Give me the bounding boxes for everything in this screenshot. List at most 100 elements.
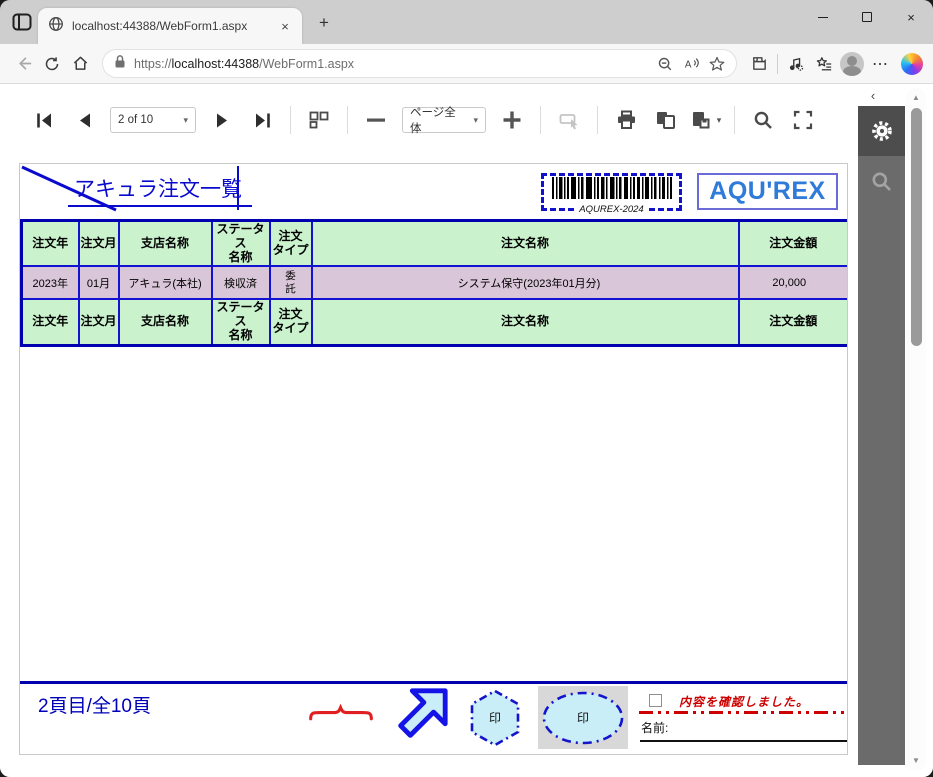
new-tab-button[interactable]: + xyxy=(314,13,334,33)
gear-icon xyxy=(871,120,893,142)
search-icon xyxy=(871,171,892,192)
tab-actions-icon[interactable] xyxy=(12,13,32,31)
home-button[interactable] xyxy=(66,50,94,78)
refresh-button[interactable] xyxy=(38,50,66,78)
brace-shape xyxy=(308,698,374,728)
cell-type: 委託 xyxy=(270,266,312,299)
report-viewer-toolbar: 2 of 10 ▾ ページ全体 ▾ xyxy=(0,94,850,146)
url-field[interactable]: https://localhost:44388/WebForm1.aspx A xyxy=(102,49,737,78)
col-header-year: 注文年 xyxy=(22,221,79,267)
ellipse-stamp-background: 印 xyxy=(538,686,628,749)
col-header-branch: 支店名称 xyxy=(119,299,212,345)
url-host: localhost:44388 xyxy=(172,57,260,71)
fullscreen-button[interactable] xyxy=(786,103,820,137)
browser-tab[interactable]: localhost:44388/WebForm1.aspx × xyxy=(38,8,302,44)
lock-icon xyxy=(113,54,127,74)
arrow-shape xyxy=(389,685,451,747)
table-footer-header-row: 注文年 注文月 支店名称 ステータス 名称 注文 タイプ 注文名称 注文金額 xyxy=(22,299,849,345)
report-title: アキュラ注文一覧 xyxy=(68,173,252,207)
col-header-year: 注文年 xyxy=(22,299,79,345)
ellipse-stamp-text: 印 xyxy=(577,711,589,725)
scrollbar-thumb[interactable] xyxy=(911,108,922,346)
col-header-branch: 支店名称 xyxy=(119,221,212,267)
url-scheme: https:// xyxy=(134,57,172,71)
col-header-amount: 注文金額 xyxy=(739,299,849,345)
avatar-icon xyxy=(840,52,864,76)
first-page-button[interactable] xyxy=(27,103,61,137)
browser-window: localhost:44388/WebForm1.aspx × + × http… xyxy=(0,0,933,777)
copilot-icon[interactable] xyxy=(901,53,923,75)
barcode-bars xyxy=(551,177,673,199)
page-content: 2 of 10 ▾ ページ全体 ▾ xyxy=(0,84,933,777)
svg-text:A: A xyxy=(684,59,691,70)
window-controls: × xyxy=(801,0,933,34)
page-number-select[interactable]: 2 of 10 ▾ xyxy=(110,107,196,133)
profile-avatar[interactable] xyxy=(838,50,866,78)
zoom-out-button[interactable] xyxy=(359,103,393,137)
vertical-scrollbar[interactable]: ▲ ▼ xyxy=(906,88,926,771)
next-page-button[interactable] xyxy=(205,103,239,137)
url-text: https://localhost:44388/WebForm1.aspx xyxy=(134,57,652,71)
company-logo: AQU'REX xyxy=(697,173,838,210)
toolbar-separator xyxy=(540,106,541,134)
ellipse-stamp: 印 xyxy=(540,689,626,747)
maximize-button[interactable] xyxy=(845,0,889,34)
hexagon-stamp: 印 xyxy=(468,688,522,748)
address-bar: https://localhost:44388/WebForm1.aspx A … xyxy=(0,44,933,84)
chevron-down-icon: ▾ xyxy=(183,115,188,126)
hexagon-stamp-text: 印 xyxy=(489,711,501,725)
sidebar-collapse-icon[interactable]: ‹ xyxy=(862,88,884,104)
red-dash-dot-line xyxy=(639,711,847,714)
extensions-icon[interactable] xyxy=(745,50,773,78)
logo-text: AQU'REX xyxy=(709,177,825,206)
zoom-in-button[interactable] xyxy=(495,103,529,137)
print-button[interactable] xyxy=(609,103,643,137)
viewer-sidebar xyxy=(858,106,905,765)
confirm-checkbox xyxy=(649,694,662,707)
minimize-icon xyxy=(818,17,828,18)
previous-page-button[interactable] xyxy=(67,103,101,137)
cell-month: 01月 xyxy=(79,266,119,299)
name-underline xyxy=(640,740,848,742)
maximize-icon xyxy=(862,12,872,22)
zoom-mode-value: ページ全体 xyxy=(410,104,459,136)
minimize-button[interactable] xyxy=(801,0,845,34)
zoom-out-page-icon[interactable] xyxy=(652,51,678,77)
col-header-name: 注文名称 xyxy=(312,221,739,267)
chevron-down-icon: ▾ xyxy=(717,115,722,126)
cell-amount: 20,000 xyxy=(739,266,849,299)
chevron-down-icon: ▾ xyxy=(473,115,478,126)
settings-more-icon[interactable]: ⋯ xyxy=(866,54,895,74)
col-header-status: ステータス 名称 xyxy=(212,221,270,267)
last-page-button[interactable] xyxy=(245,103,279,137)
name-label: 名前: xyxy=(641,719,668,736)
barcode: AQUREX-2024 xyxy=(541,173,682,211)
title-bar: localhost:44388/WebForm1.aspx × + × xyxy=(0,0,933,44)
close-button[interactable]: × xyxy=(889,0,933,34)
title-divider-line xyxy=(237,166,239,210)
col-header-status: ステータス 名称 xyxy=(212,299,270,345)
col-header-type: 注文 タイプ xyxy=(270,221,312,267)
favorite-star-icon[interactable] xyxy=(704,51,730,77)
print-layout-button[interactable] xyxy=(649,103,683,137)
export-save-button[interactable]: ▾ xyxy=(689,103,723,137)
sidebar-item-search[interactable] xyxy=(858,156,905,206)
col-header-name: 注文名称 xyxy=(312,299,739,345)
search-button[interactable] xyxy=(746,103,780,137)
multi-page-view-button[interactable] xyxy=(302,103,336,137)
url-path: /WebForm1.aspx xyxy=(259,57,354,71)
back-button[interactable] xyxy=(10,50,38,78)
order-table: 注文年 注文月 支店名称 ステータス 名称 注文 タイプ 注文名称 注文金額 2… xyxy=(20,219,848,347)
selection-tool-button-disabled xyxy=(552,103,586,137)
collections-icon[interactable] xyxy=(810,50,838,78)
report-page: アキュラ注文一覧 AQUREX-2024 AQU'REX 注文年 注文月 支 xyxy=(19,163,848,755)
browser-essentials-icon[interactable] xyxy=(782,50,810,78)
read-aloud-icon[interactable]: A xyxy=(678,51,704,77)
scroll-down-icon[interactable]: ▼ xyxy=(906,753,926,769)
scroll-up-icon[interactable]: ▲ xyxy=(906,90,926,106)
sidebar-item-settings[interactable] xyxy=(858,106,905,156)
tab-close-icon[interactable]: × xyxy=(276,17,294,35)
footer-divider-line xyxy=(20,681,847,684)
globe-icon xyxy=(48,16,64,37)
zoom-mode-select[interactable]: ページ全体 ▾ xyxy=(402,107,486,133)
